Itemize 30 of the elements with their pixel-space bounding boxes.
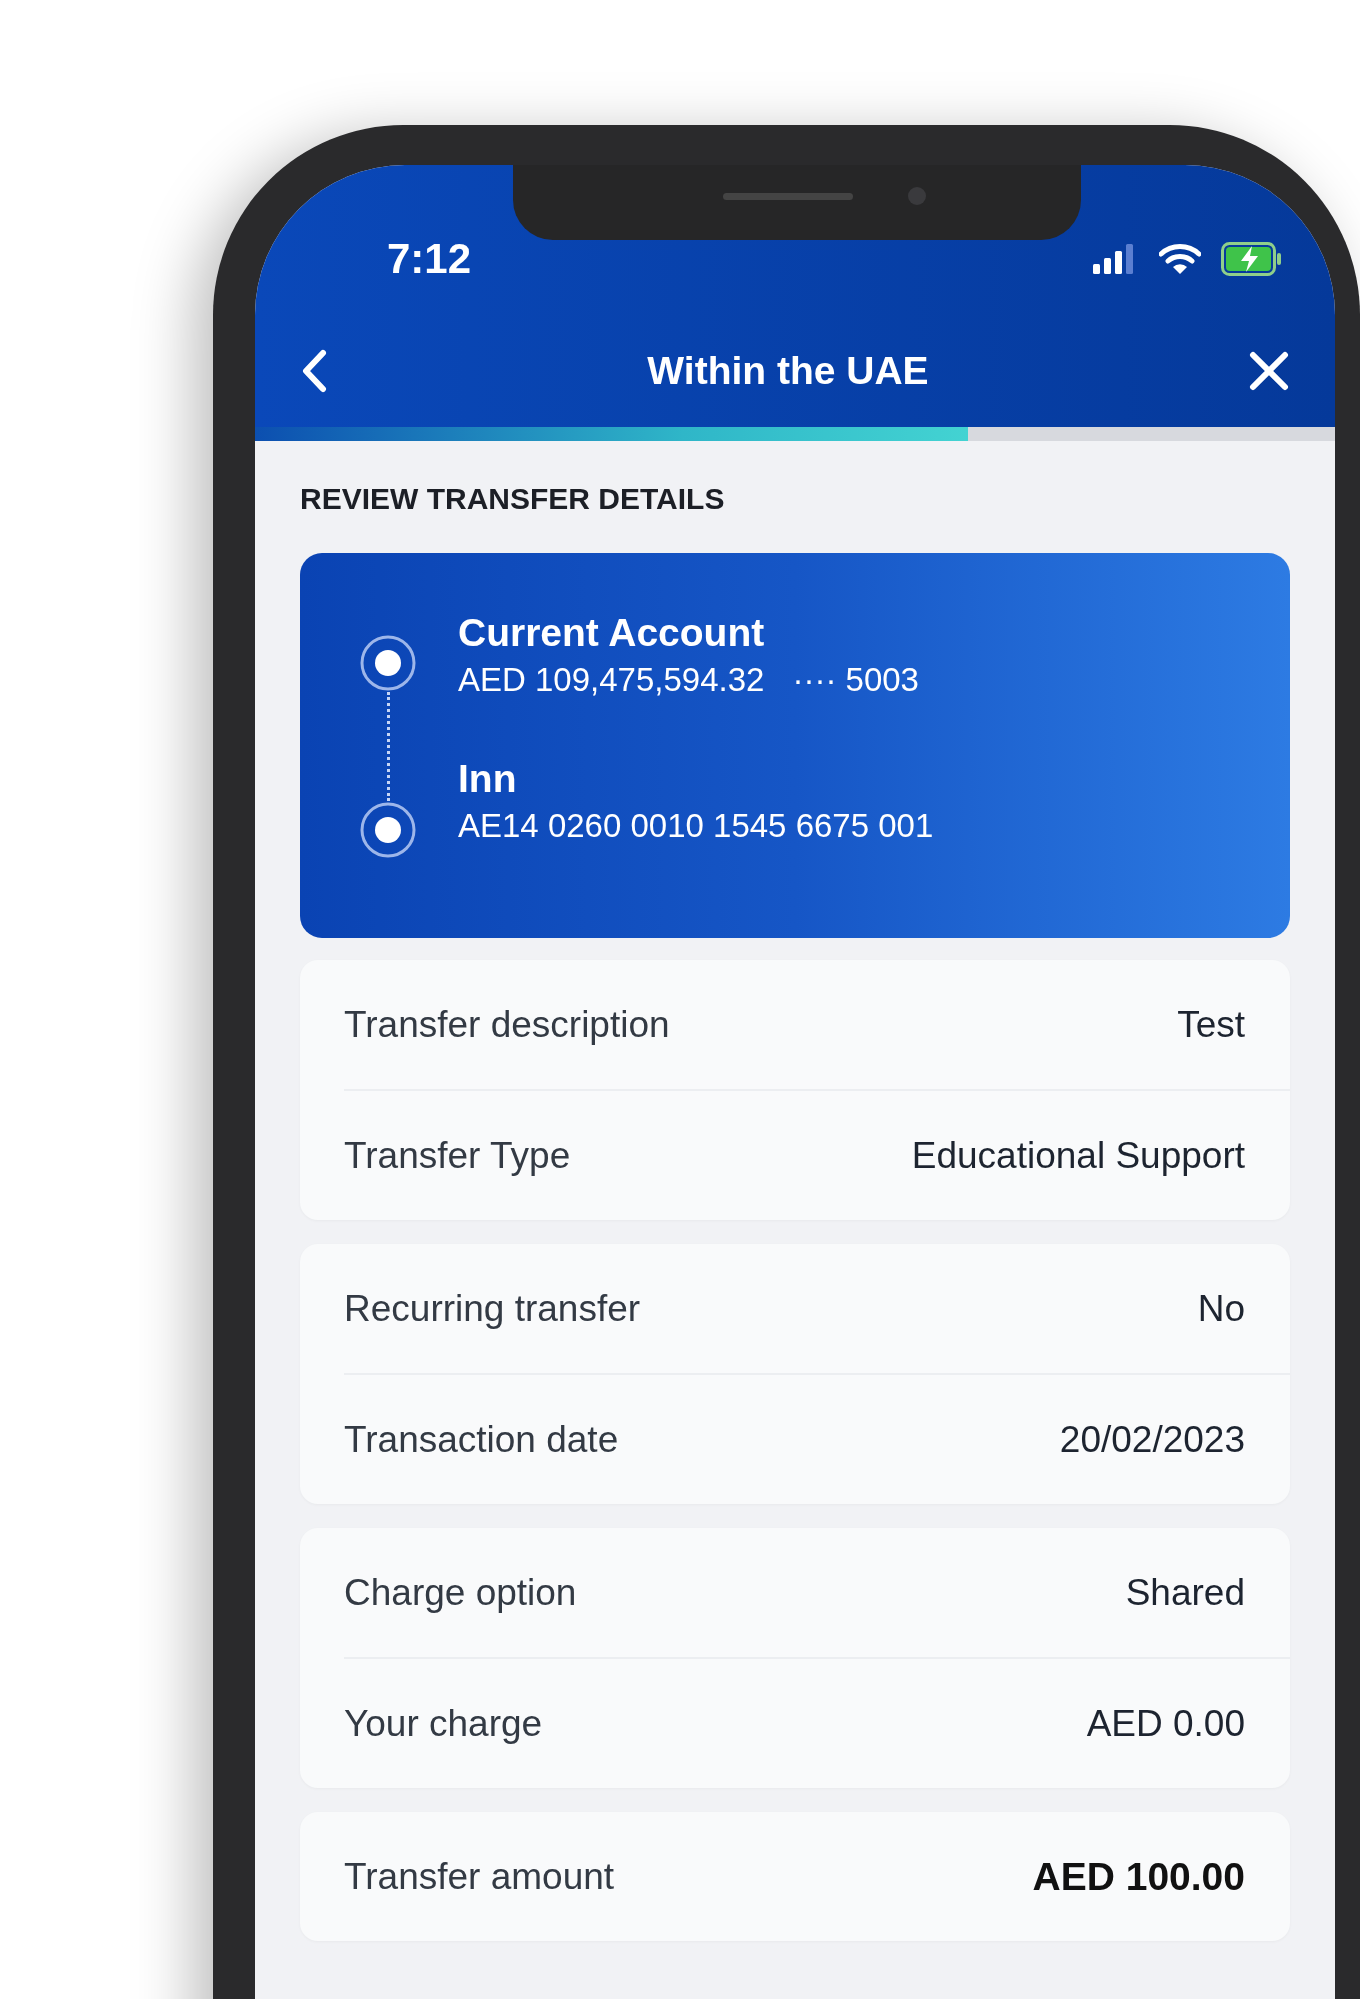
back-button[interactable]: [301, 349, 327, 393]
detail-value: Shared: [1125, 1571, 1245, 1614]
detail-label: Transfer description: [344, 1003, 670, 1046]
detail-value: Test: [1177, 1003, 1245, 1046]
masked-account-number: ···· 5003: [792, 661, 919, 699]
back-icon: [301, 349, 327, 393]
beneficiary-name: Inn: [458, 757, 518, 801]
status-time: 7:12: [387, 235, 472, 283]
beneficiary-iban: AE14 0260 0010 1545 6675 001: [458, 807, 934, 845]
close-button[interactable]: [1249, 351, 1289, 391]
battery-charging-icon: [1221, 242, 1283, 276]
wifi-icon: [1159, 243, 1201, 275]
detail-value: No: [1197, 1287, 1245, 1330]
radio-dot-icon: [359, 801, 417, 859]
detail-value: 20/02/2023: [1059, 1418, 1245, 1461]
close-icon: [1249, 351, 1289, 391]
from-account-name: Current Account: [458, 611, 766, 655]
section-heading: REVIEW TRANSFER DETAILS: [299, 481, 726, 517]
detail-value: Educational Support: [911, 1134, 1245, 1177]
radio-dot-icon: [359, 634, 417, 692]
detail-label: Transaction date: [344, 1418, 619, 1461]
screen-title: Within the UAE: [647, 349, 929, 393]
detail-label: Transfer Type: [344, 1134, 571, 1177]
detail-label: Recurring transfer: [344, 1287, 641, 1330]
account-balance: AED 109,475,594.32: [458, 661, 765, 699]
detail-value: AED 0.00: [1086, 1702, 1245, 1745]
detail-value: AED 100.00: [1032, 1854, 1245, 1899]
detail-label: Transfer amount: [344, 1855, 615, 1898]
detail-label: Charge option: [344, 1571, 577, 1614]
detail-label: Your charge: [344, 1702, 543, 1745]
